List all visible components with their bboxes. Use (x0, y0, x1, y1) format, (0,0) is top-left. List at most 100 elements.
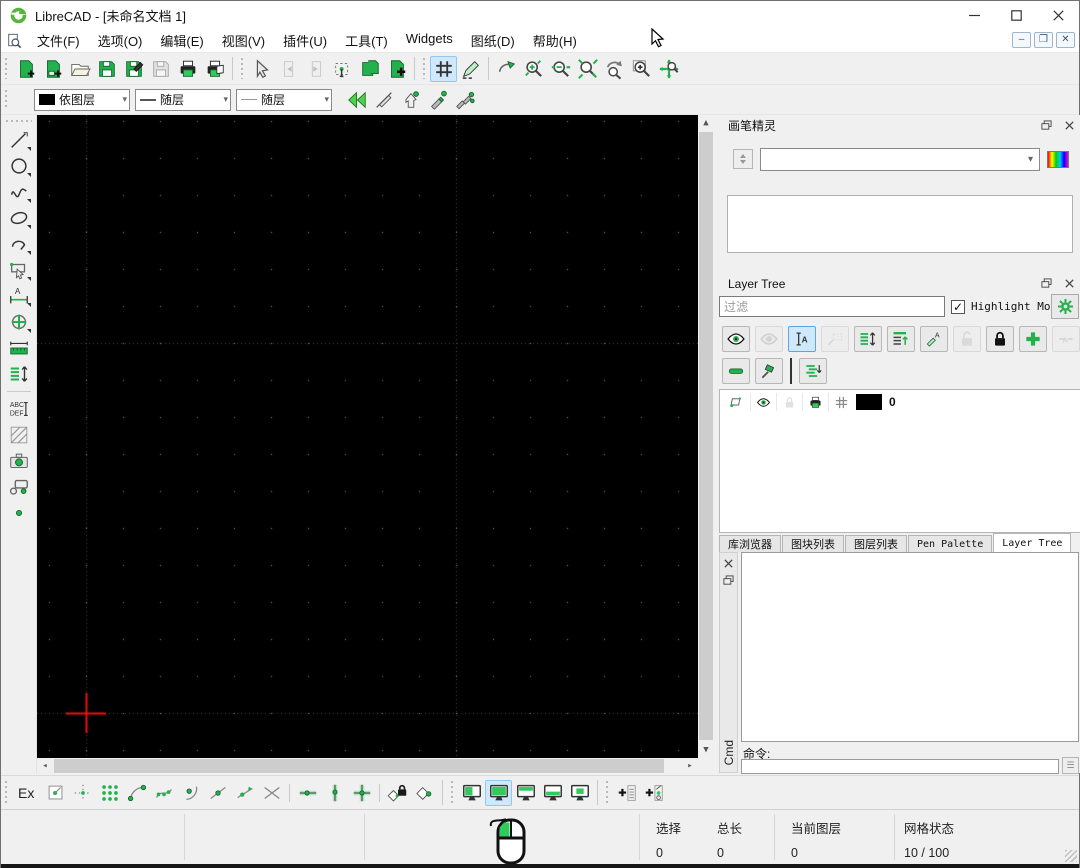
menu-item-8[interactable]: 图纸(D) (462, 28, 524, 53)
layer-print-icon[interactable] (802, 393, 828, 411)
select-pointer-button[interactable] (248, 56, 275, 82)
spline-tool-button[interactable] (5, 179, 33, 205)
toolbar-grip[interactable] (239, 58, 245, 79)
close-panel-icon[interactable] (721, 556, 736, 571)
save-button[interactable] (93, 56, 120, 82)
paste-button[interactable] (383, 56, 410, 82)
toolbar-grip[interactable] (3, 781, 9, 804)
pen-wizard-updown-button[interactable] (733, 149, 753, 169)
zoom-auto-button[interactable] (574, 56, 601, 82)
layer-tree-list[interactable]: 0 (719, 389, 1080, 533)
modify-tool-button[interactable] (5, 309, 33, 335)
snap-grid-button[interactable] (96, 780, 123, 806)
order-tool-button[interactable] (5, 361, 33, 387)
toolbar-grip[interactable] (604, 781, 610, 804)
snap-endpoint-button[interactable] (123, 780, 150, 806)
mdi-minimize-button[interactable]: – (1012, 32, 1031, 48)
command-input[interactable] (741, 759, 1059, 774)
layer-construction-icon[interactable] (828, 393, 854, 411)
pen-pick-button[interactable] (397, 87, 424, 113)
dock-float-button[interactable] (566, 780, 593, 806)
new-button[interactable] (12, 56, 39, 82)
resolve-layer-button[interactable] (755, 358, 783, 384)
hscroll-thumb[interactable] (54, 759, 664, 773)
new-from-template-button[interactable] (39, 56, 66, 82)
show-layer-button[interactable] (722, 326, 750, 352)
pen-wizard-header[interactable]: 画笔精灵 (719, 115, 1080, 136)
toolbar-grip[interactable] (6, 118, 32, 124)
minimize-button[interactable] (953, 1, 995, 29)
menu-item-3[interactable]: 编辑(E) (151, 28, 212, 53)
highlight-mode-checkbox[interactable]: ✓ (951, 300, 965, 314)
dock-tab-pen-palette[interactable]: Pen Palette (908, 535, 992, 552)
snap-middle-button[interactable] (204, 780, 231, 806)
pen-linetype-combo[interactable]: 随层 ▾ (236, 89, 332, 111)
dimension-tool-button[interactable]: A (5, 283, 33, 309)
pen-wizard-color-button[interactable] (1047, 151, 1069, 168)
measure-tool-button[interactable] (5, 335, 33, 361)
layer-filter-input[interactable] (719, 296, 945, 317)
dock-main-button[interactable] (485, 780, 512, 806)
copy-button[interactable] (356, 56, 383, 82)
menu-item-5[interactable]: 插件(U) (274, 28, 336, 53)
zoom-previous-button[interactable] (601, 56, 628, 82)
dock-left-button[interactable] (458, 780, 485, 806)
snap-intersection-button[interactable] (258, 780, 285, 806)
layer-tree-settings-button[interactable] (1051, 294, 1079, 319)
set-relative-zero-button[interactable] (411, 780, 438, 806)
add-layer-button[interactable] (1019, 326, 1047, 352)
pen-wizard-combo[interactable]: ▾ (760, 148, 1040, 171)
remove-layer-button[interactable] (722, 358, 750, 384)
layer-visibility-icon[interactable] (750, 393, 776, 411)
redraw-button[interactable] (493, 56, 520, 82)
snap-center-button[interactable] (177, 780, 204, 806)
rename-layer-button[interactable]: A (788, 326, 816, 352)
pen-copy-button[interactable] (451, 87, 478, 113)
edit-layer-pen-button[interactable]: A (920, 326, 948, 352)
dock-tab-图层列表[interactable]: 图层列表 (845, 535, 907, 552)
snap-entity-button[interactable] (150, 780, 177, 806)
toolbar-grip[interactable] (3, 58, 9, 79)
cut-button[interactable] (329, 56, 356, 82)
close-panel-icon[interactable] (1061, 118, 1077, 133)
horizontal-scrollbar[interactable]: ◂ ▸ (37, 758, 698, 774)
layer-tree-header[interactable]: Layer Tree (719, 273, 1080, 294)
layer-color-swatch[interactable] (856, 394, 882, 410)
layer-row[interactable]: 0 (720, 392, 1080, 412)
save-as-button[interactable] (120, 56, 147, 82)
point-tool-button[interactable] (5, 500, 33, 526)
command-history[interactable] (741, 552, 1079, 742)
zoom-pan-button[interactable] (655, 56, 682, 82)
restrict-horizontal-button[interactable] (294, 780, 321, 806)
pen-apply-button[interactable] (424, 87, 451, 113)
pen-width-combo[interactable]: 随层 ▾ (135, 89, 231, 111)
dock-top-button[interactable] (512, 780, 539, 806)
select-tool-button[interactable] (5, 257, 33, 283)
current-layer-icon[interactable] (720, 393, 750, 411)
image-tool-button[interactable] (5, 448, 33, 474)
menu-item-1[interactable]: 文件(F) (28, 28, 89, 53)
add-custom-menu-button[interactable] (613, 780, 640, 806)
float-panel-icon[interactable] (1038, 118, 1054, 133)
maximize-button[interactable] (995, 1, 1037, 29)
layer-name[interactable]: 0 (889, 395, 896, 409)
open-button[interactable] (66, 56, 93, 82)
restrict-orthogonal-button[interactable] (348, 780, 375, 806)
dock-bottom-button[interactable] (539, 780, 566, 806)
ellipse-tool-button[interactable] (5, 205, 33, 231)
vscroll-thumb[interactable] (699, 132, 713, 740)
close-button[interactable] (1037, 1, 1079, 29)
mdi-restore-button[interactable]: ❐ (1034, 32, 1053, 48)
zoom-in-button[interactable] (520, 56, 547, 82)
zoom-out-button[interactable] (547, 56, 574, 82)
hatch-tool-button[interactable] (5, 422, 33, 448)
move-to-top-button[interactable] (887, 326, 915, 352)
circle-tool-button[interactable] (5, 153, 33, 179)
back-button[interactable] (343, 87, 370, 113)
dock-tab-图块列表[interactable]: 图块列表 (782, 535, 844, 552)
snap-free-button[interactable] (42, 780, 69, 806)
lock-layer-button[interactable] (986, 326, 1014, 352)
close-panel-icon[interactable] (1061, 276, 1077, 291)
menu-item-2[interactable]: 选项(O) (89, 28, 152, 53)
sort-layers-button[interactable] (854, 326, 882, 352)
